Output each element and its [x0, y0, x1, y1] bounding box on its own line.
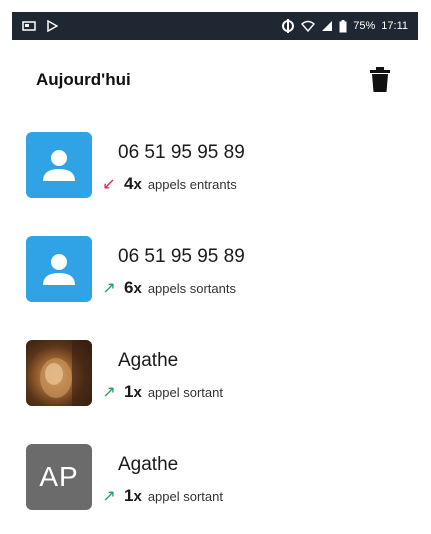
call-detail: ↗ 6x appels sortants	[100, 278, 236, 298]
avatar[interactable]	[26, 236, 92, 302]
call-list: 06 51 95 95 89 ↙ 4x appels entrants 06 5…	[0, 118, 431, 534]
call-detail: ↙ 4x appels entrants	[100, 174, 237, 194]
contact-photo-icon	[40, 340, 92, 406]
call-log-item[interactable]: 06 51 95 95 89 ↙ 4x appels entrants	[0, 118, 431, 222]
status-right: 75% 17:11	[281, 19, 408, 33]
call-count: 1x	[124, 382, 142, 401]
avatar[interactable]	[26, 132, 92, 198]
call-detail: ↗ 1x appel sortant	[100, 382, 223, 402]
call-log-item[interactable]: AP Agathe ↗ 1x appel sortant	[0, 430, 431, 534]
delete-history-button[interactable]	[364, 64, 396, 96]
contact-name: Agathe	[118, 350, 179, 371]
call-log-item[interactable]: Agathe ↗ 1x appel sortant	[0, 326, 431, 430]
call-count: 4x	[124, 174, 142, 193]
battery-icon	[339, 19, 347, 33]
status-bar: 75% 17:11	[12, 12, 418, 40]
outgoing-call-icon: ↗	[102, 488, 116, 505]
avatar-photo[interactable]	[26, 340, 92, 406]
call-type-label: appels sortants	[147, 281, 236, 296]
wifi-icon	[301, 20, 316, 32]
contact-name: 06 51 95 95 89	[118, 142, 245, 163]
call-detail: ↗ 1x appel sortant	[100, 486, 223, 506]
outgoing-call-icon: ↗	[102, 384, 116, 401]
call-type-label: appel sortant	[147, 489, 223, 504]
call-type-label: appels entrants	[147, 177, 237, 192]
status-left	[22, 20, 58, 32]
call-log-item[interactable]: 06 51 95 95 89 ↗ 6x appels sortants	[0, 222, 431, 326]
battery-level: 75%	[353, 20, 376, 32]
incoming-call-icon: ↙	[102, 176, 116, 193]
contact-name: 06 51 95 95 89	[118, 246, 245, 267]
trash-icon	[370, 67, 390, 92]
data-sync-icon	[281, 19, 295, 33]
screenshot-icon	[22, 20, 36, 32]
call-count: 1x	[124, 486, 142, 505]
outgoing-call-icon: ↗	[102, 280, 116, 297]
play-store-icon	[46, 20, 58, 32]
clock: 17:11	[381, 20, 408, 32]
avatar-initials[interactable]: AP	[26, 444, 92, 510]
header: Aujourd'hui	[0, 46, 431, 110]
call-type-label: appel sortant	[147, 385, 223, 400]
contact-name: Agathe	[118, 454, 179, 475]
person-icon	[43, 254, 75, 285]
page-title: Aujourd'hui	[36, 70, 131, 89]
signal-icon	[321, 20, 333, 32]
person-icon	[43, 150, 75, 181]
call-count: 6x	[124, 278, 142, 297]
